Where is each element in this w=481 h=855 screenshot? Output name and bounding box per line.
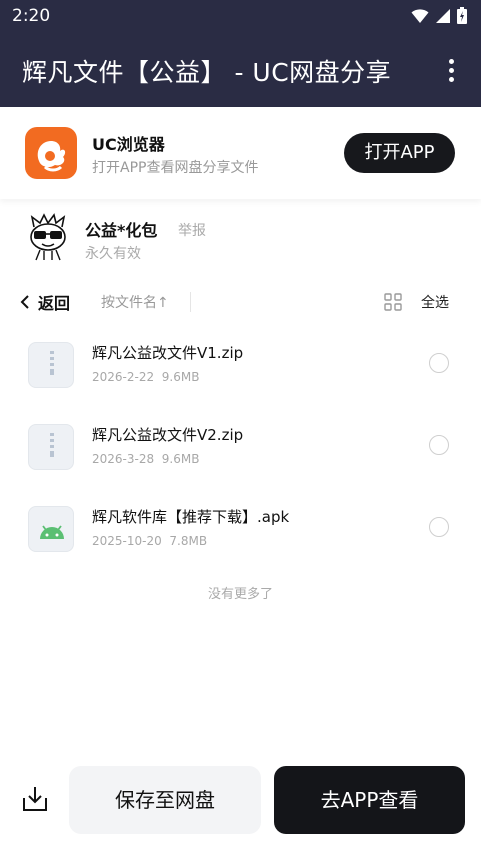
promo-app-name: UC浏览器 (92, 135, 165, 154)
file-meta: 2026-3-28 9.6MB (92, 452, 199, 466)
app-bar: 辉凡文件【公益】 - UC网盘分享 (0, 33, 481, 107)
back-label: 返回 (38, 294, 71, 313)
file-list-toolbar: 返回 按文件名↑ 全选 (0, 282, 481, 320)
file-name: 辉凡公益改文件V2.zip (92, 426, 244, 444)
file-size: 9.6MB (161, 452, 200, 466)
uc-browser-logo (25, 127, 77, 179)
more-options-icon[interactable] (441, 57, 461, 85)
status-bar: 2:20 (0, 0, 481, 33)
zip-file-icon (28, 424, 74, 470)
avatar (30, 213, 66, 261)
android-apk-icon (28, 506, 74, 552)
cellular-signal-icon (436, 8, 450, 23)
file-size: 9.6MB (161, 370, 200, 384)
sharer-name: 公益*化包 (85, 221, 158, 240)
file-row[interactable]: 辉凡软件库【推荐下载】.apk 2025-10-20 7.8MB (0, 494, 481, 576)
save-to-cloud-button[interactable]: 保存至网盘 (69, 766, 261, 834)
bottom-action-bar: 保存至网盘 去APP查看 (0, 760, 481, 855)
file-meta: 2026-2-22 9.6MB (92, 370, 199, 384)
file-date: 2025-10-20 (92, 534, 162, 548)
file-meta: 2025-10-20 7.8MB (92, 534, 207, 548)
list-end-text: 没有更多了 (207, 587, 273, 602)
file-select-checkbox[interactable] (429, 435, 449, 455)
promo-description: 打开APP查看网盘分享文件 (92, 160, 259, 176)
file-size: 7.8MB (169, 534, 208, 548)
share-validity: 永久有效 (85, 246, 141, 262)
app-promo-banner: UC浏览器 打开APP查看网盘分享文件 打开APP (0, 107, 481, 199)
download-icon[interactable] (20, 784, 50, 814)
back-button[interactable]: 返回 (20, 290, 70, 314)
sharer-info: 公益*化包 举报 永久有效 (0, 199, 481, 274)
file-row[interactable]: 辉凡公益改文件V2.zip 2026-3-28 9.6MB (0, 412, 481, 494)
wifi-icon (411, 8, 429, 23)
zip-file-icon (28, 342, 74, 388)
file-date: 2026-2-22 (92, 370, 155, 384)
file-select-checkbox[interactable] (429, 517, 449, 537)
file-row[interactable]: 辉凡公益改文件V1.zip 2026-2-22 9.6MB (0, 330, 481, 412)
go-to-app-button[interactable]: 去APP查看 (274, 766, 465, 834)
file-name: 辉凡公益改文件V1.zip (92, 344, 244, 362)
grid-view-icon[interactable] (384, 293, 402, 311)
file-name: 辉凡软件库【推荐下载】.apk (92, 508, 290, 526)
battery-icon (457, 7, 467, 24)
select-all-button[interactable]: 全选 (421, 292, 449, 312)
status-icons (411, 7, 467, 24)
page-title: 辉凡文件【公益】 - UC网盘分享 (22, 58, 392, 87)
open-app-button[interactable]: 打开APP (344, 133, 455, 173)
chevron-left-icon (20, 295, 29, 309)
status-time: 2:20 (12, 6, 51, 26)
file-select-checkbox[interactable] (429, 353, 449, 373)
toolbar-divider (190, 292, 191, 312)
file-date: 2026-3-28 (92, 452, 155, 466)
sort-button[interactable]: 按文件名↑ (101, 292, 169, 312)
report-link[interactable]: 举报 (178, 220, 206, 240)
